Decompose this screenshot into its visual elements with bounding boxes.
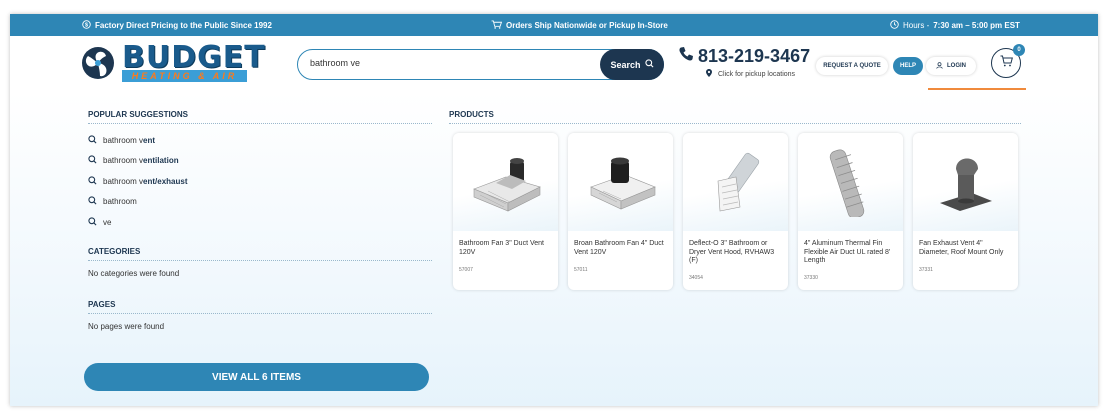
cart-button[interactable]: 0 [991, 44, 1025, 78]
product-card[interactable]: Broan Bathroom Fan 4" Duct Vent 120V 570… [568, 133, 673, 290]
help-button[interactable]: HELP [893, 57, 923, 75]
products-heading: PRODUCTS [449, 110, 1021, 124]
pricing-notice-text: Factory Direct Pricing to the Public Sin… [95, 20, 272, 30]
svg-text:$: $ [85, 22, 88, 28]
product-name: Broan Bathroom Fan 4" Duct Vent 120V [574, 240, 664, 256]
top-announcement-bar: $ Factory Direct Pricing to the Public S… [10, 14, 1098, 36]
product-sku: 37330 [804, 275, 818, 281]
categories-empty-message: No categories were found [88, 268, 180, 278]
product-name: Fan Exhaust Vent 4" Diameter, Roof Mount… [919, 240, 1004, 256]
search-icon [88, 176, 97, 187]
product-image [683, 133, 788, 231]
suggestion-item[interactable]: bathroom [88, 192, 432, 213]
pages-heading: PAGES [88, 300, 432, 314]
clock-icon [890, 19, 899, 31]
login-button[interactable]: LOGIN [926, 57, 976, 75]
logo-tagline: HEATING & AIR [122, 70, 247, 82]
search-icon [88, 196, 97, 207]
page-frame: $ Factory Direct Pricing to the Public S… [10, 14, 1098, 406]
suggestion-item[interactable]: bathroom vent [88, 130, 432, 151]
search-icon [88, 217, 97, 228]
search-icon [88, 135, 97, 146]
product-card-list: Bathroom Fan 3" Duct Vent 120V 57007 Bro… [453, 133, 1018, 290]
product-name: Deflect-O 3" Bathroom or Dryer Vent Hood… [689, 240, 775, 264]
phone-number: 813-219-3467 [698, 46, 811, 66]
products-column: PRODUCTS Bathroom Fan 3" Duct Vent 120V … [449, 110, 1021, 290]
hours-label: Hours - [903, 20, 930, 30]
flex-duct-icon [829, 149, 864, 217]
product-sku: 57007 [459, 267, 473, 273]
cart-count-badge: 0 [1013, 44, 1025, 56]
menu-accent-divider [928, 88, 1026, 90]
suggestion-completion: entilation [143, 156, 179, 166]
suggestion-match: bathroom v [103, 135, 144, 145]
shopping-cart-icon [1000, 54, 1013, 72]
categories-section: CATEGORIES No categories were found [88, 247, 432, 278]
popular-suggestions-heading: POPULAR SUGGESTIONS [88, 110, 432, 124]
view-all-items-button[interactable]: VIEW ALL 6 ITEMS [84, 363, 429, 391]
pages-empty-message: No pages were found [88, 321, 165, 331]
shipping-notice: Orders Ship Nationwide or Pickup In-Stor… [491, 14, 668, 36]
vent-hood-icon [717, 152, 759, 212]
product-image [798, 133, 903, 231]
hours-notice: Hours - 7:30 am – 5:00 pm EST [890, 14, 1020, 36]
product-name: 4" Aluminum Thermal Fin Flexible Air Duc… [804, 240, 891, 264]
product-card[interactable]: Bathroom Fan 3" Duct Vent 120V 57007 [453, 133, 558, 290]
suggestion-match: bathroom [103, 197, 137, 207]
product-name: Bathroom Fan 3" Duct Vent 120V [459, 240, 544, 256]
pickup-locations-link[interactable]: Click for pickup locations [706, 69, 810, 79]
suggestion-item[interactable]: bathroom ventilation [88, 151, 432, 172]
contact-block: 813-219-3467 Click for pickup locations [678, 46, 810, 79]
map-pin-icon [706, 69, 712, 79]
product-card[interactable]: Deflect-O 3" Bathroom or Dryer Vent Hood… [683, 133, 788, 290]
product-card[interactable]: 4" Aluminum Thermal Fin Flexible Air Duc… [798, 133, 903, 290]
suggestion-completion: ent/exhaust [143, 176, 188, 186]
suggestion-item[interactable]: bathroom vent/exhaust [88, 171, 432, 192]
suggestion-completion: ent [143, 135, 156, 145]
search-suggestions-panel: POPULAR SUGGESTIONS bathroom vent bathro… [10, 92, 1098, 406]
product-image [453, 133, 558, 231]
request-quote-button[interactable]: REQUEST A QUOTE [816, 57, 888, 75]
fan-logo-icon [82, 47, 114, 79]
suggestion-item[interactable]: ve [88, 212, 432, 233]
user-icon [936, 61, 943, 71]
roof-vent-icon [939, 158, 992, 211]
search-icon [88, 155, 97, 166]
product-sku: 37331 [919, 267, 933, 273]
product-image [913, 133, 1018, 231]
pickup-text: Click for pickup locations [718, 70, 796, 78]
product-sku: 34054 [689, 275, 703, 281]
product-image [568, 133, 673, 231]
phone-icon [678, 46, 694, 67]
site-header: BUDGET HEATING & AIR Search 813-219-3467 [10, 36, 1098, 92]
search-bar: Search [297, 49, 664, 80]
product-card[interactable]: Fan Exhaust Vent 4" Diameter, Roof Mount… [913, 133, 1018, 290]
pages-section: PAGES No pages were found [88, 300, 432, 331]
suggestions-list: bathroom vent bathroom ventilation bathr… [88, 130, 432, 233]
search-icon [644, 59, 654, 70]
pricing-notice: $ Factory Direct Pricing to the Public S… [82, 14, 272, 36]
dollar-circle-icon: $ [82, 19, 91, 31]
shipping-notice-text: Orders Ship Nationwide or Pickup In-Stor… [506, 20, 668, 30]
search-button[interactable]: Search [600, 49, 664, 80]
broan-fan-icon [589, 157, 656, 210]
search-input[interactable] [310, 58, 590, 68]
suggestions-column: POPULAR SUGGESTIONS bathroom vent bathro… [88, 110, 432, 331]
login-label: LOGIN [947, 63, 966, 69]
categories-heading: CATEGORIES [88, 247, 432, 261]
suggestion-match: bathroom v [103, 176, 144, 186]
phone-link[interactable]: 813-219-3467 [678, 46, 810, 67]
product-sku: 57011 [574, 267, 588, 273]
bathroom-fan-icon [472, 158, 541, 212]
hours-value: 7:30 am – 5:00 pm EST [933, 20, 1020, 30]
brand-logo[interactable]: BUDGET HEATING & AIR [80, 40, 265, 84]
cart-icon [491, 19, 503, 31]
search-button-label: Search [610, 59, 641, 70]
suggestion-match: ve [103, 217, 112, 227]
suggestion-match: bathroom v [103, 156, 144, 166]
